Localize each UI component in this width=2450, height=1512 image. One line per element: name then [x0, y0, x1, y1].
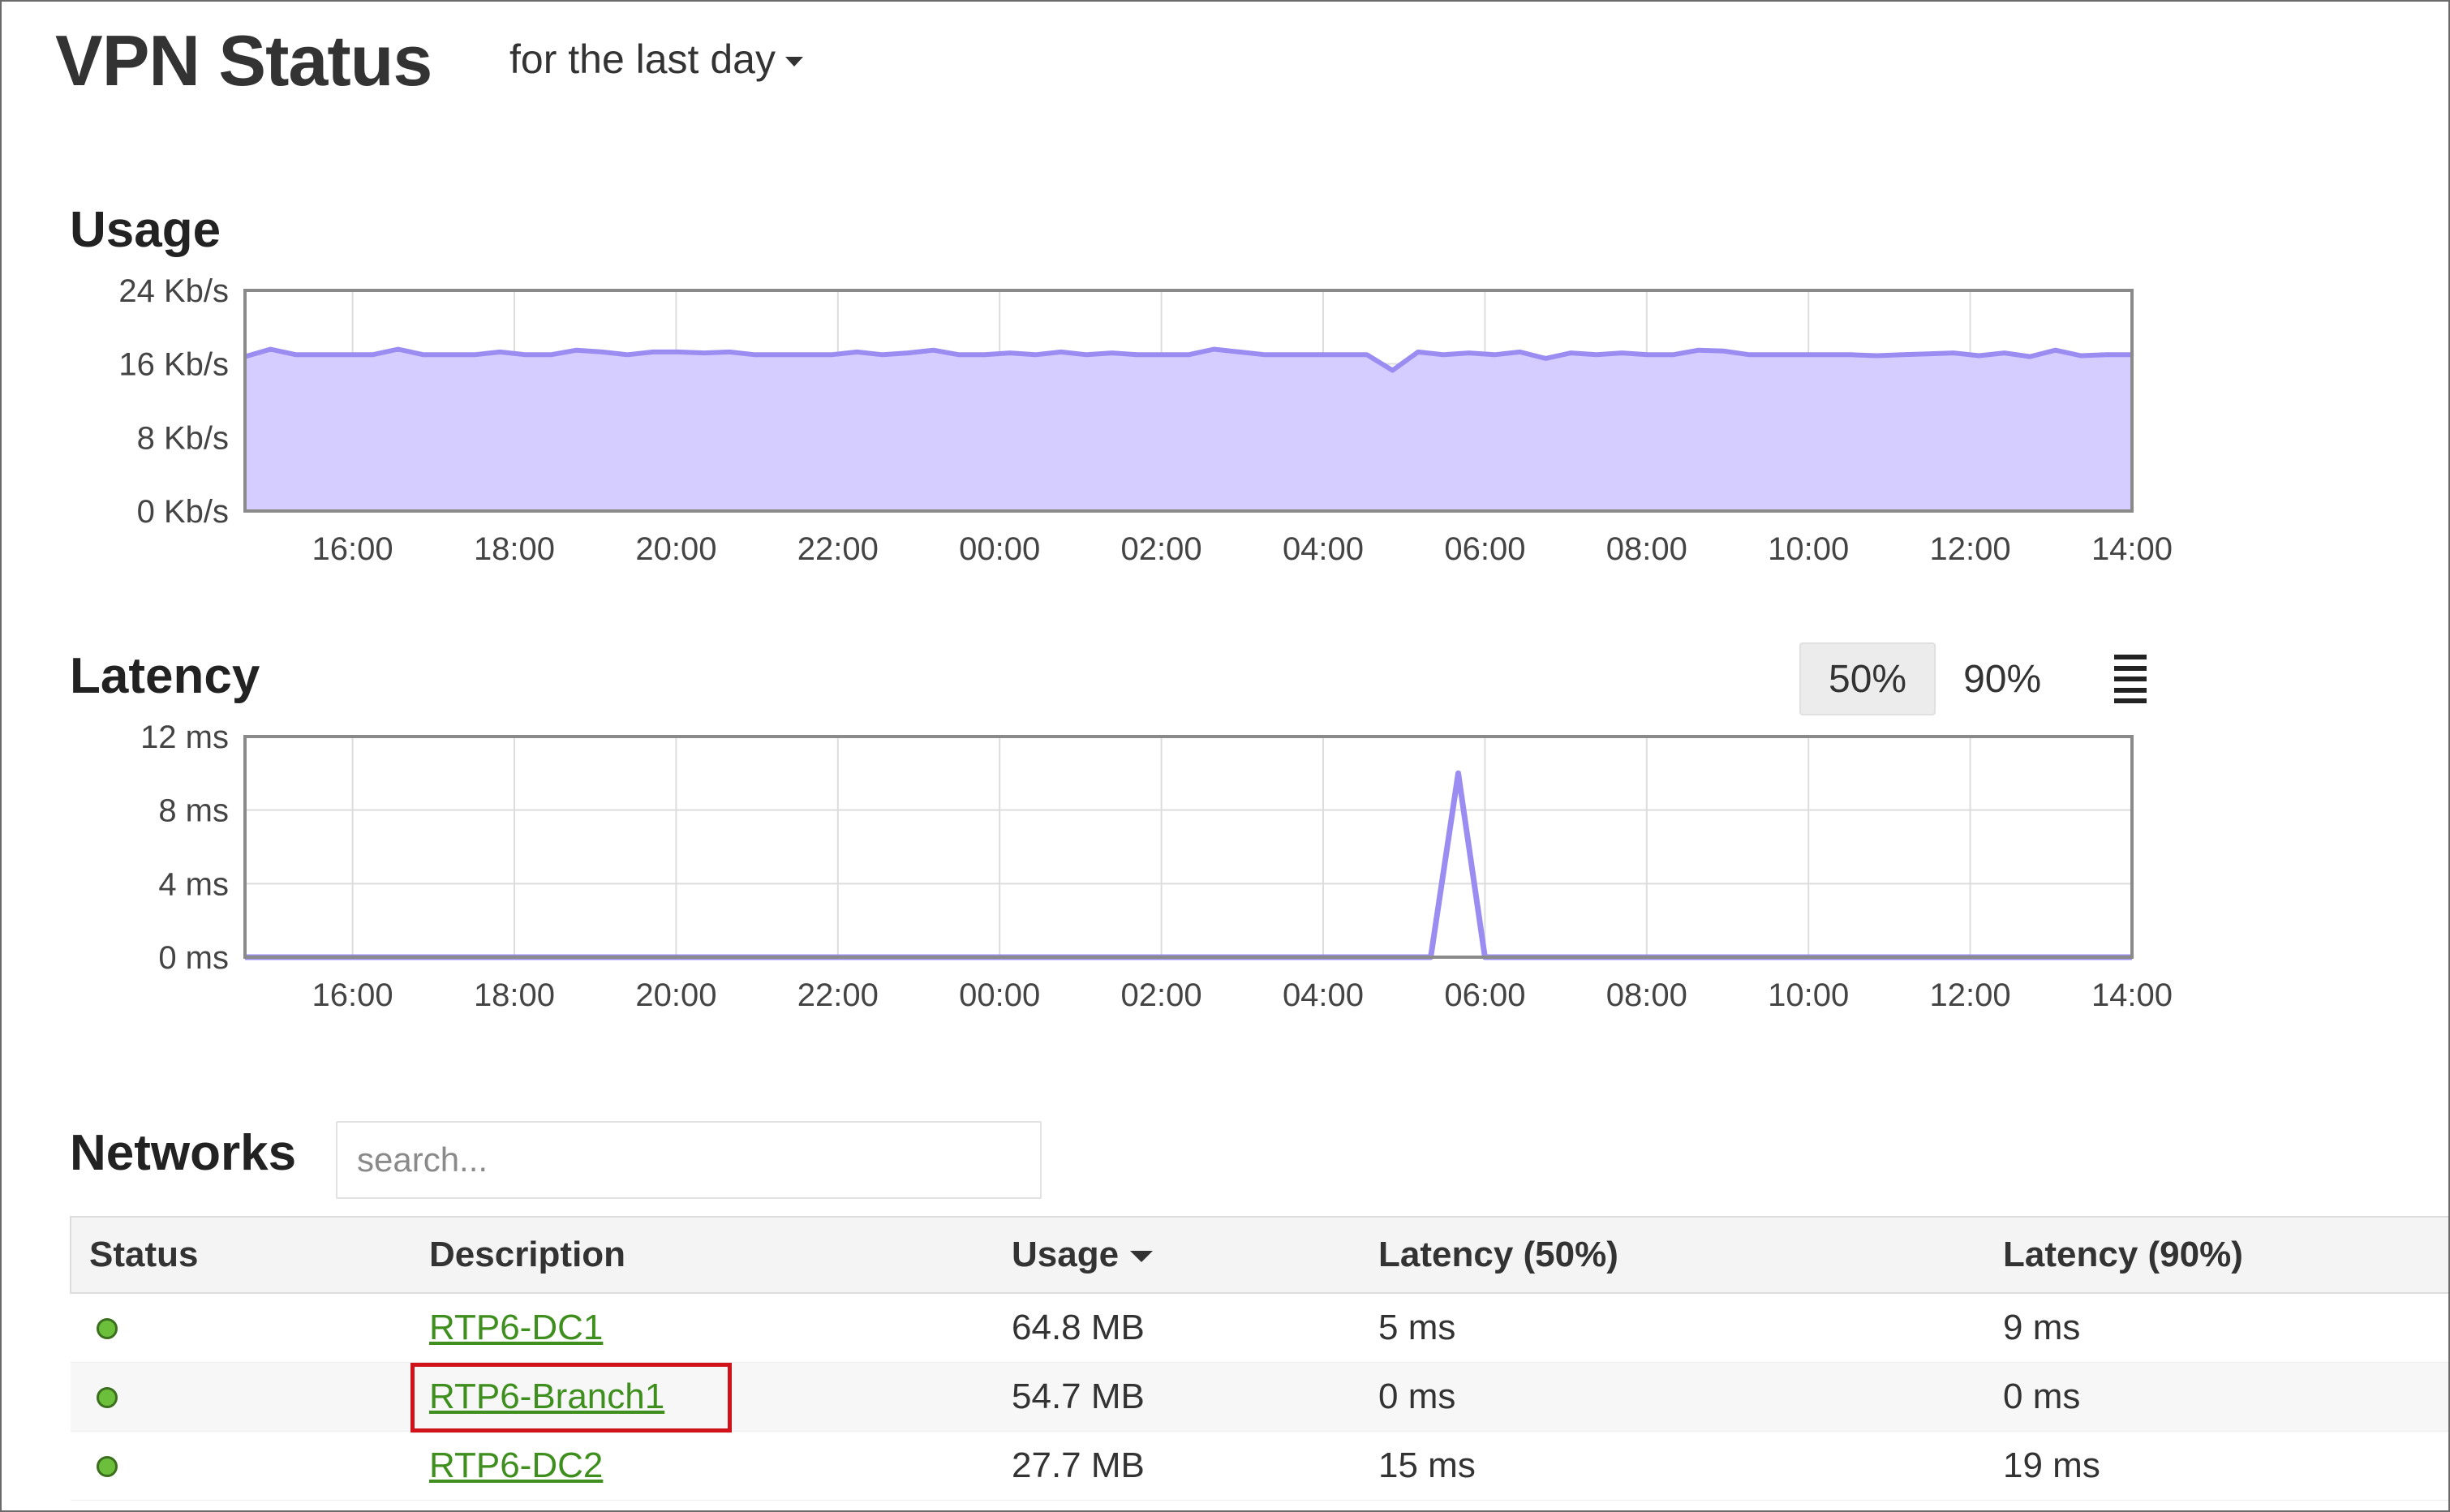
- x-tick-label: 14:00: [2091, 977, 2173, 1013]
- column-header-description[interactable]: Description: [411, 1216, 994, 1294]
- percentile-selector: 50% 90%: [1799, 642, 2147, 715]
- column-header-usage[interactable]: Usage: [994, 1216, 1360, 1294]
- x-tick-label: 12:00: [1930, 977, 2011, 1013]
- x-tick-label: 16:00: [312, 977, 393, 1013]
- column-header-latency-90[interactable]: Latency (90%): [1985, 1216, 2448, 1294]
- vpn-status-page: VPN Status for the last day Usage 0 Kb/s…: [0, 0, 2450, 1512]
- usage-cell: 54.7 MB: [994, 1362, 1360, 1432]
- x-tick-label: 00:00: [959, 977, 1040, 1013]
- table-row[interactable]: RTP6-Branch1 54.7 MB 0 ms 0 ms: [71, 1362, 2448, 1432]
- latency-50-cell: 15 ms: [1360, 1431, 1985, 1501]
- x-tick-label: 04:00: [1283, 531, 1364, 567]
- networks-title: Networks: [70, 1125, 297, 1181]
- x-tick-label: 22:00: [797, 977, 879, 1013]
- x-tick-label: 10:00: [1768, 531, 1849, 567]
- latency-50-cell: 5 ms: [1360, 1293, 1985, 1363]
- column-header-latency-50[interactable]: Latency (50%): [1360, 1216, 1985, 1294]
- table-row[interactable]: RTP6-DC1 64.8 MB 5 ms 9 ms: [71, 1293, 2448, 1363]
- usage-cell: 64.8 MB: [994, 1293, 1360, 1363]
- time-range-label: for the last day: [509, 37, 776, 82]
- x-tick-label: 20:00: [635, 531, 716, 567]
- y-tick-label: 4 ms: [158, 866, 229, 902]
- status-online-icon: [97, 1456, 118, 1477]
- x-tick-label: 22:00: [797, 531, 879, 567]
- status-online-icon: [97, 1318, 118, 1339]
- x-tick-label: 20:00: [635, 977, 716, 1013]
- networks-table: Status Description Usage Latency (50%) L…: [70, 1216, 2448, 1501]
- usage-chart-title: Usage: [70, 202, 221, 258]
- latency-50-cell: 0 ms: [1360, 1362, 1985, 1432]
- x-tick-label: 10:00: [1768, 977, 1849, 1013]
- latency-90-cell: 9 ms: [1985, 1293, 2448, 1363]
- latency-series-line: [245, 770, 2132, 960]
- x-tick-label: 02:00: [1121, 977, 1202, 1013]
- x-tick-label: 08:00: [1606, 531, 1687, 567]
- x-tick-label: 12:00: [1930, 531, 2011, 567]
- x-tick-label: 04:00: [1283, 977, 1364, 1013]
- latency-chart: 0 ms 4 ms 8 ms 12 ms 16:00 18:00 20:00 22:00 00:…: [140, 719, 2173, 1013]
- x-tick-label: 00:00: [959, 531, 1040, 567]
- y-tick-label: 12 ms: [140, 719, 229, 755]
- latency-90-cell: 19 ms: [1985, 1431, 2448, 1501]
- usage-cell: 27.7 MB: [994, 1431, 1360, 1501]
- table-row[interactable]: RTP6-DC2 27.7 MB 15 ms 19 ms: [71, 1431, 2448, 1501]
- latency-90-cell: 0 ms: [1985, 1362, 2448, 1432]
- page-title: VPN Status: [55, 20, 432, 101]
- x-tick-label: 18:00: [474, 977, 555, 1013]
- table-header-row: Status Description Usage Latency (50%) L…: [70, 1216, 2448, 1294]
- y-tick-label: 8 ms: [158, 793, 229, 829]
- x-tick-label: 16:00: [312, 531, 393, 567]
- x-tick-label: 14:00: [2091, 531, 2173, 567]
- x-tick-label: 18:00: [474, 531, 555, 567]
- latency-chart-title: Latency: [70, 648, 260, 704]
- column-header-usage-label: Usage: [1012, 1235, 1120, 1274]
- y-tick-label: 8 Kb/s: [137, 420, 229, 456]
- percentile-90-button[interactable]: 90%: [1936, 644, 2069, 714]
- time-range-dropdown[interactable]: for the last day: [509, 36, 803, 83]
- chevron-down-icon: [784, 57, 803, 67]
- sort-descending-icon: [1130, 1251, 1154, 1263]
- usage-chart: 0 Kb/s 8 Kb/s 16 Kb/s 24 Kb/s 16:00 18:00 20:0…: [118, 273, 2173, 567]
- x-tick-label: 06:00: [1444, 531, 1525, 567]
- y-tick-label: 24 Kb/s: [118, 273, 229, 309]
- usage-series-area: [245, 349, 2132, 511]
- network-link[interactable]: RTP6-Branch1: [429, 1377, 664, 1416]
- x-tick-label: 08:00: [1606, 977, 1687, 1013]
- column-header-status[interactable]: Status: [70, 1216, 411, 1294]
- y-tick-label: 0 Kb/s: [137, 494, 229, 530]
- x-tick-label: 02:00: [1121, 531, 1202, 567]
- network-link[interactable]: RTP6-DC1: [429, 1308, 603, 1347]
- status-online-icon: [97, 1387, 118, 1408]
- network-link[interactable]: RTP6-DC2: [429, 1445, 603, 1485]
- y-tick-label: 0 ms: [158, 940, 229, 976]
- plot-border: [243, 735, 2134, 959]
- chart-menu-icon[interactable]: [2114, 655, 2147, 703]
- percentile-50-button[interactable]: 50%: [1799, 642, 1936, 715]
- y-tick-label: 16 Kb/s: [118, 347, 229, 383]
- x-tick-label: 06:00: [1444, 977, 1525, 1013]
- network-search-input[interactable]: [336, 1121, 1042, 1199]
